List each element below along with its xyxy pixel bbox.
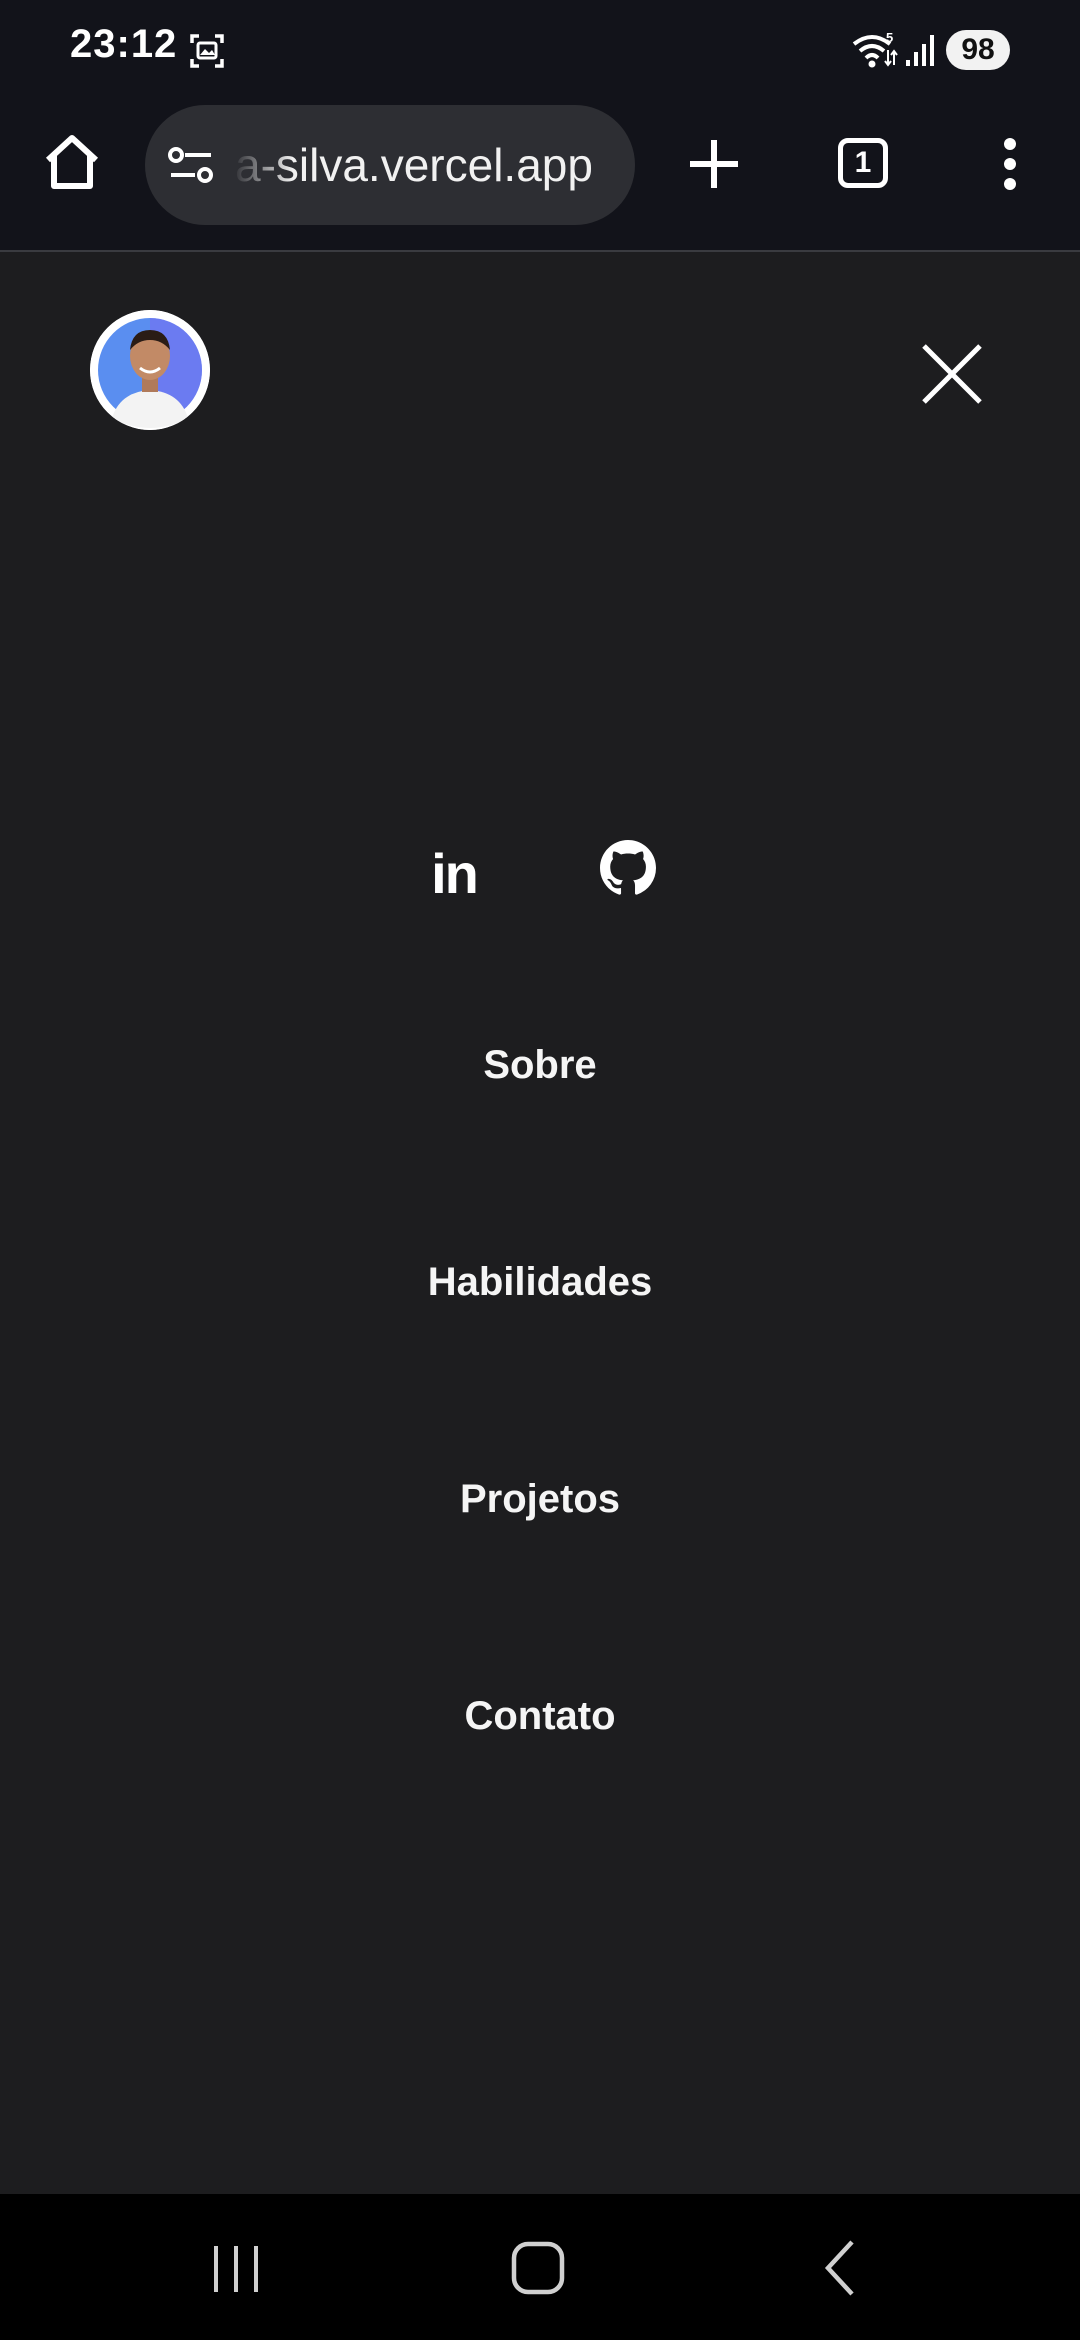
screenshot-icon [190, 34, 224, 68]
nav-item-contato[interactable]: Contato [0, 1686, 1080, 1746]
browser-toolbar: a-silva.vercel.app 1 [0, 100, 1080, 252]
nav-item-habilidades[interactable]: Habilidades [0, 1252, 1080, 1312]
url-bar[interactable]: a-silva.vercel.app [145, 105, 635, 225]
battery-indicator: 98 [946, 30, 1010, 70]
status-bar: 23:12 5 98 [0, 0, 1080, 100]
tab-switcher-button[interactable]: 1 [838, 138, 888, 188]
close-icon[interactable] [916, 338, 988, 410]
wifi-icon: 5 [852, 30, 898, 68]
mobile-menu: in Sobre Habilidades Projetos Contato [0, 252, 1080, 2194]
site-settings-icon[interactable] [167, 145, 215, 185]
plus-icon[interactable] [686, 136, 742, 192]
github-icon[interactable] [600, 840, 656, 896]
url-fade [233, 105, 293, 225]
nav-item-projetos[interactable]: Projetos [0, 1469, 1080, 1529]
status-time: 23:12 [70, 22, 178, 66]
signal-icon [906, 35, 934, 66]
home-nav-icon[interactable] [510, 2240, 566, 2296]
svg-text:5: 5 [886, 30, 893, 45]
social-links: in [0, 832, 1080, 912]
more-vert-icon[interactable] [992, 136, 1028, 192]
system-nav-bar [0, 2194, 1080, 2340]
avatar[interactable] [90, 310, 210, 430]
nav-item-sobre[interactable]: Sobre [0, 1035, 1080, 1095]
home-icon[interactable] [40, 130, 104, 194]
phone-screen: 23:12 5 98 a-silva.vercel.app 1 in Sobre… [0, 0, 1080, 2340]
back-icon[interactable] [818, 2238, 862, 2298]
avatar-photo [90, 310, 210, 430]
linkedin-icon[interactable]: in [422, 842, 486, 906]
recents-icon[interactable] [206, 2244, 266, 2294]
